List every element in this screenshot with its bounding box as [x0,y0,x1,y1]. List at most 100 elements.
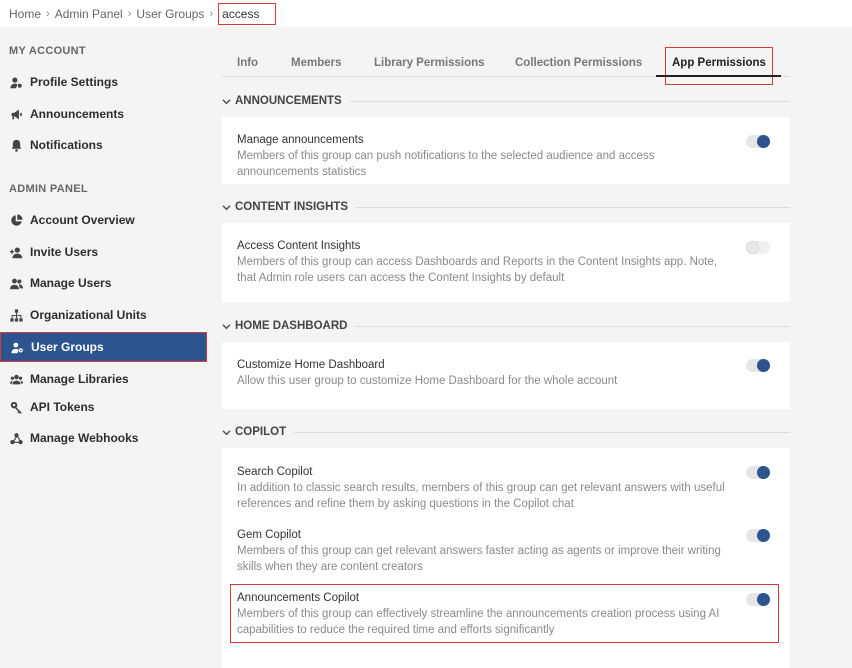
sidebar-item-organizational-units[interactable]: Organizational Units [0,300,207,330]
admin-panel-heading: ADMIN PANEL [9,183,88,195]
sidebar-item-manage-users[interactable]: Manage Users [0,268,207,298]
user-group-icon [10,340,24,354]
group-title: CONTENT INSIGHTS [235,201,349,213]
sidebar-item-manage-webhooks[interactable]: Manage Webhooks [0,423,207,453]
breadcrumb-home[interactable]: Home [9,7,41,21]
my-account-heading: MY ACCOUNT [9,45,86,57]
sidebar-item-user-groups[interactable]: User Groups [0,332,207,362]
tab-collection-permissions[interactable]: Collection Permissions [515,57,642,69]
sidebar-item-label: Profile Settings [30,75,119,89]
permission-title: Manage announcements [237,134,364,146]
chevron-right-icon: › [209,7,214,20]
permission-item: Announcements Copilot Members of this gr… [237,590,732,638]
permission-description: Members of this group can get relevant a… [237,545,721,573]
breadcrumb-current: access [218,2,277,25]
group-title: ANNOUNCEMENTS [235,95,342,107]
permission-title: Search Copilot [237,466,313,478]
permission-item: Manage announcements Members of this gro… [237,132,732,180]
breadcrumb-admin-panel[interactable]: Admin Panel [55,7,123,21]
tab-library-permissions[interactable]: Library Permissions [374,57,485,69]
permission-title: Customize Home Dashboard [237,359,385,371]
permission-title: Announcements Copilot [237,592,360,604]
sidebar-item-notifications[interactable]: Notifications [0,130,207,160]
tab-app-permissions[interactable]: App Permissions [672,57,766,69]
toggle-knob [757,359,770,372]
active-tab-indicator [656,75,781,77]
sidebar-item-label: Manage Webhooks [30,431,139,445]
sidebar-item-label: Manage Libraries [30,372,129,386]
users-icon [9,276,23,290]
group-header-home-dashboard[interactable]: HOME DASHBOARD [222,316,790,336]
permission-description: Members of this group can push notificat… [237,150,655,178]
group-header-announcements[interactable]: ANNOUNCEMENTS [222,91,790,111]
permission-description: Members of this group can effectively st… [237,608,720,636]
key-icon [9,400,23,414]
permission-title: Access Content Insights [237,240,361,252]
sidebar-item-invite-users[interactable]: Invite Users [0,237,207,267]
bell-icon [9,138,23,152]
webhook-icon [9,431,23,445]
sidebar-item-profile-settings[interactable]: Profile Settings [0,67,207,97]
permission-item: Gem Copilot Members of this group can ge… [237,527,732,575]
sidebar-item-account-overview[interactable]: Account Overview [0,205,207,235]
toggle-knob [757,593,770,606]
toggle-knob [757,135,770,148]
toggle-knob [757,466,770,479]
manage-announcements-toggle[interactable] [746,135,770,148]
add-user-icon [9,245,23,259]
group-header-content-insights[interactable]: CONTENT INSIGHTS [222,197,790,217]
sidebar-item-label: API Tokens [30,400,95,414]
access-content-insights-toggle[interactable] [746,241,770,254]
chevron-down-icon [222,203,232,212]
chevron-down-icon [222,428,232,437]
customize-home-dashboard-toggle[interactable] [746,359,770,372]
permissions-card-home-dashboard: Customize Home Dashboard Allow this user… [222,342,790,409]
permissions-card-announcements: Manage announcements Members of this gro… [222,117,790,184]
sidebar-item-manage-libraries[interactable]: Manage Libraries [0,364,207,394]
sidebar: MY ACCOUNT Profile Settings Announcement… [0,27,207,668]
breadcrumb: Home › Admin Panel › User Groups › acces… [0,0,852,27]
libraries-icon [9,372,23,386]
divider [349,100,790,102]
permission-item: Search Copilot In addition to classic se… [237,464,732,512]
announcements-copilot-toggle[interactable] [746,593,770,606]
permission-description: Members of this group can access Dashboa… [237,256,718,284]
sidebar-item-label: Invite Users [30,245,99,259]
sidebar-item-label: Announcements [30,107,125,121]
permission-description: In addition to classic search results, m… [237,482,725,510]
permission-title: Gem Copilot [237,529,301,541]
org-chart-icon [9,308,23,322]
toggle-knob [746,241,759,254]
tab-bar: Info Members Library Permissions Collect… [222,27,790,85]
group-title: HOME DASHBOARD [235,320,348,332]
sidebar-item-label: User Groups [31,340,104,354]
permissions-card-copilot: Search Copilot In addition to classic se… [222,448,790,668]
permissions-card-content-insights: Access Content Insights Members of this … [222,223,790,302]
megaphone-icon [9,107,23,121]
chevron-down-icon [222,97,232,106]
profile-settings-icon [9,75,23,89]
group-title: COPILOT [235,426,287,438]
chevron-right-icon: › [127,7,132,20]
sidebar-item-announcements[interactable]: Announcements [0,99,207,129]
toggle-knob [757,529,770,542]
tab-members[interactable]: Members [291,57,342,69]
pie-chart-icon [9,213,23,227]
chevron-right-icon: › [46,7,50,20]
gem-copilot-toggle[interactable] [746,529,770,542]
divider [294,431,790,433]
chevron-down-icon [222,322,232,331]
divider [355,325,790,327]
search-copilot-toggle[interactable] [746,466,770,479]
divider [356,206,790,208]
sidebar-item-label: Account Overview [30,213,135,227]
group-header-copilot[interactable]: COPILOT [222,422,790,442]
permission-description: Allow this user group to customize Home … [237,375,618,387]
sidebar-item-api-tokens[interactable]: API Tokens [0,392,207,422]
sidebar-item-label: Manage Users [30,276,112,290]
sidebar-item-label: Notifications [30,138,103,152]
permission-item: Customize Home Dashboard Allow this user… [237,357,732,389]
permission-item: Access Content Insights Members of this … [237,238,732,286]
breadcrumb-user-groups[interactable]: User Groups [136,7,204,21]
tab-info[interactable]: Info [237,57,258,69]
